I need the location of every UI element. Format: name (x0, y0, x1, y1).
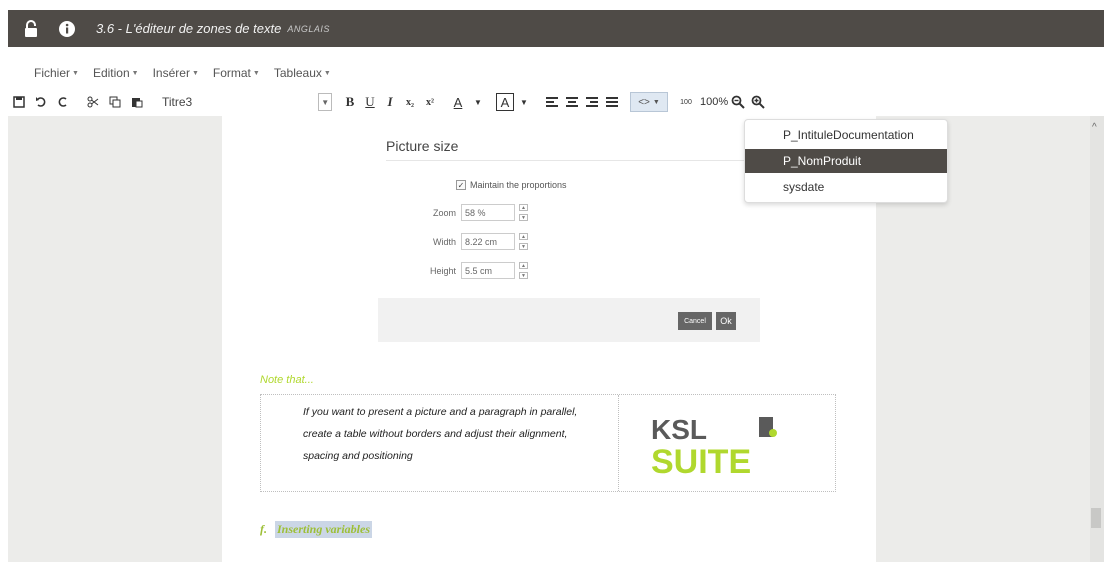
window-subtitle: ANGLAIS (287, 23, 330, 34)
bold-button[interactable]: B (340, 91, 360, 113)
superscript-button[interactable]: x² (420, 91, 440, 113)
width-input[interactable]: 8.22 cm (461, 233, 515, 250)
formatting-toolbar: Titre3 ▼ B U I x₂ x² A ▼ A ▼ <> ▼ 100 100… (8, 90, 1104, 114)
align-center-icon[interactable] (562, 91, 582, 113)
note-line: spacing and positioning (303, 450, 413, 462)
zoom-level: 100% (700, 96, 729, 108)
chevron-down-icon: ▼ (72, 69, 79, 77)
paragraph-style-select[interactable]: Titre3 ▼ (162, 92, 332, 112)
chevron-down-icon: ▼ (191, 69, 199, 77)
zoom-input[interactable]: 58 % (461, 204, 515, 221)
scrollbar-thumb[interactable] (1091, 508, 1101, 528)
chevron-up-icon[interactable]: ▲ (519, 233, 528, 240)
maintain-proportions-label: Maintain the proportions (470, 180, 567, 190)
menu-format[interactable]: Format ▼ (213, 66, 260, 80)
height-row: Height 5.5 cm ▲ ▼ (418, 262, 528, 279)
chevron-up-icon[interactable]: ^ (1092, 122, 1097, 133)
align-right-icon[interactable] (582, 91, 602, 113)
font-color-button[interactable]: A (448, 91, 468, 113)
chevron-down-icon: ▼ (323, 69, 331, 77)
ksl-suite-logo: KSL SUITE (651, 413, 801, 482)
ok-button[interactable]: Ok (716, 312, 736, 330)
width-stepper[interactable]: ▲ ▼ (519, 233, 528, 250)
chevron-down-icon: ▼ (252, 69, 260, 77)
background-color-button[interactable]: A (496, 93, 514, 111)
zoom-row: Zoom 58 % ▲ ▼ (418, 204, 528, 221)
section-title: Inserting variables (275, 521, 373, 538)
redo-icon[interactable] (52, 91, 74, 113)
chevron-down-icon: ▼ (131, 69, 139, 77)
zoom-100-icon[interactable]: 100 (676, 91, 696, 113)
width-row: Width 8.22 cm ▲ ▼ (418, 233, 528, 250)
paragraph-style-value: Titre3 (162, 95, 193, 109)
section-heading[interactable]: f. Inserting variables (260, 521, 373, 538)
logo-suite-text: SUITE (651, 443, 751, 477)
variable-icon: <> (638, 96, 650, 108)
variable-item[interactable]: P_IntituleDocumentation (745, 123, 947, 147)
chevron-down-icon[interactable]: ▼ (519, 214, 528, 221)
undo-icon[interactable] (30, 91, 52, 113)
save-icon[interactable] (8, 91, 30, 113)
cut-icon[interactable] (82, 91, 104, 113)
underline-button[interactable]: U (360, 91, 380, 113)
menu-edition[interactable]: Edition ▼ (93, 66, 139, 80)
menu-inserer-label: Insérer (152, 66, 190, 80)
zoom-stepper[interactable]: ▲ ▼ (519, 204, 528, 221)
logo-dot (769, 429, 777, 437)
menu-fichier[interactable]: Fichier ▼ (34, 66, 79, 80)
menu-fichier-label: Fichier (34, 66, 71, 80)
section-number: f. (260, 522, 267, 536)
vertical-scrollbar[interactable]: ^ (1090, 116, 1104, 562)
paste-icon[interactable] (126, 91, 148, 113)
menu-tableaux[interactable]: Tableaux ▼ (274, 66, 331, 80)
variables-dropdown: P_IntituleDocumentation P_NomProduit sys… (744, 119, 948, 203)
align-justify-icon[interactable] (602, 91, 622, 113)
table-divider (618, 395, 619, 491)
variable-item-selected[interactable]: P_NomProduit (745, 149, 947, 173)
subscript-button[interactable]: x₂ (400, 91, 420, 113)
variable-item[interactable]: sysdate (745, 175, 947, 199)
menu-tableaux-label: Tableaux (273, 66, 322, 80)
align-left-icon[interactable] (542, 91, 562, 113)
note-title: Note that... (260, 374, 314, 386)
chevron-down-icon[interactable]: ▼ (468, 91, 488, 113)
menu-bar: Fichier ▼ Edition ▼ Insérer ▼ Format ▼ Table… (8, 58, 1104, 88)
italic-button[interactable]: I (380, 91, 400, 113)
height-label: Height (429, 265, 456, 276)
title-bar: 3.6 - L'éditeur de zones de texte ANGLAI… (8, 10, 1104, 47)
chevron-up-icon[interactable]: ▲ (519, 262, 528, 269)
maintain-proportions-checkbox[interactable]: ✓ (456, 180, 466, 190)
chevron-down-icon[interactable]: ▼ (519, 272, 528, 279)
note-table[interactable]: If you want to present a picture and a p… (260, 394, 836, 492)
height-stepper[interactable]: ▲ ▼ (519, 262, 528, 279)
window-title: 3.6 - L'éditeur de zones de texte (96, 21, 282, 36)
height-input[interactable]: 5.5 cm (461, 262, 515, 279)
menu-inserer[interactable]: Insérer ▼ (153, 66, 199, 80)
note-line: If you want to present a picture and a p… (303, 406, 578, 418)
divider (386, 160, 744, 161)
zoom-label: Zoom (432, 207, 456, 218)
copy-icon[interactable] (104, 91, 126, 113)
lock-icon[interactable] (18, 16, 44, 42)
menu-format-label: Format (212, 66, 251, 80)
note-line: create a table without borders and adjus… (303, 428, 568, 440)
chevron-down-icon: ▼ (652, 98, 660, 106)
cancel-button[interactable]: Cancel (678, 312, 712, 330)
chevron-down-icon[interactable]: ▼ (318, 93, 332, 111)
zoom-out-icon[interactable] (728, 91, 748, 113)
logo-ksl-text: KSL (651, 414, 707, 445)
menu-edition-label: Edition (92, 66, 130, 80)
dialog-footer: Cancel Ok (378, 298, 760, 342)
picture-size-title: Picture size (386, 138, 459, 154)
note-paragraph: If you want to present a picture and a p… (303, 401, 613, 467)
insert-variable-button[interactable]: <> ▼ (630, 92, 668, 112)
chevron-down-icon[interactable]: ▼ (519, 243, 528, 250)
width-label: Width (432, 236, 456, 247)
zoom-in-icon[interactable] (748, 91, 768, 113)
chevron-up-icon[interactable]: ▲ (519, 204, 528, 211)
maintain-proportions-row: ✓ Maintain the proportions (456, 180, 567, 190)
chevron-down-icon[interactable]: ▼ (514, 91, 534, 113)
info-icon[interactable] (54, 16, 80, 42)
